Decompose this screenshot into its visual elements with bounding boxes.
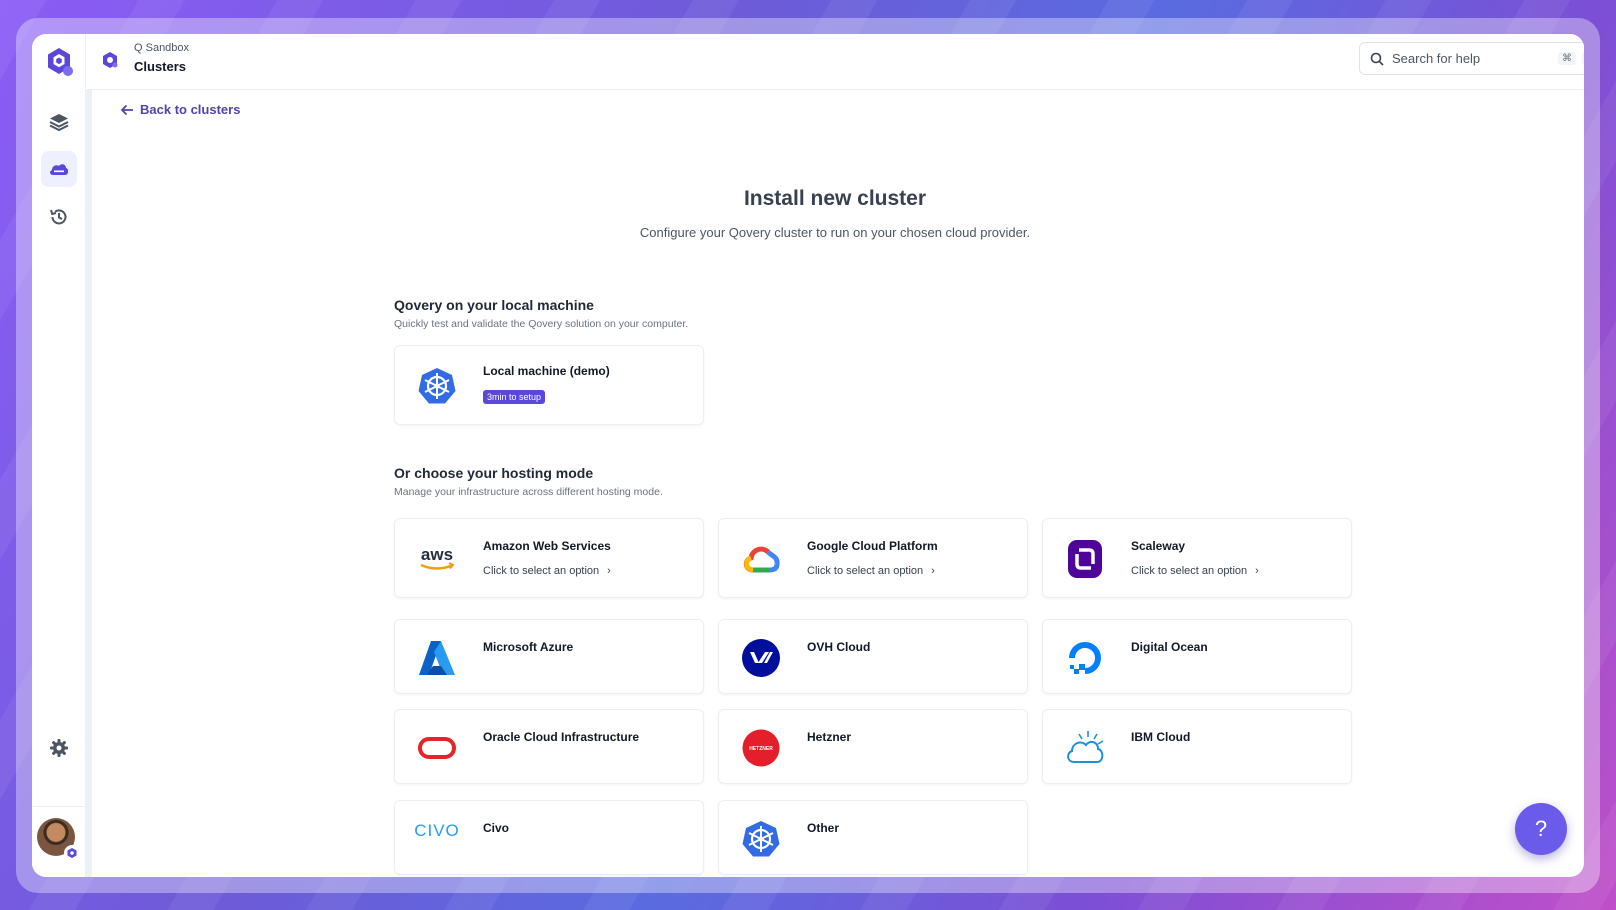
provider-name: Microsoft Azure	[483, 640, 574, 654]
provider-name: Other	[807, 821, 840, 835]
local-machine-card[interactable]: Local machine (demo) 3min to setup	[394, 345, 704, 425]
setup-time-badge: 3min to setup	[483, 390, 546, 404]
local-section-title: Qovery on your local machine	[394, 297, 594, 313]
back-label: Back to clusters	[140, 102, 241, 117]
azure-icon	[415, 636, 459, 680]
option-label: Click to select an option	[483, 565, 600, 577]
provider-card-oracle[interactable]: Oracle Cloud Infrastructure	[394, 709, 704, 784]
provider-card-ibm[interactable]: IBM Cloud	[1042, 709, 1352, 784]
kubernetes-icon	[415, 364, 459, 408]
nav-layers[interactable]	[41, 104, 77, 140]
provider-card-hetzner[interactable]: HETZNER Hetzner	[718, 709, 1028, 784]
provider-card-scaleway[interactable]: Scaleway Click to select an option ›	[1042, 518, 1352, 598]
svg-text:aws: aws	[421, 545, 453, 564]
chevron-right-icon: ›	[931, 565, 935, 577]
option-label: Click to select an option	[1131, 565, 1248, 577]
gcp-icon	[739, 537, 783, 581]
kubernetes-icon	[739, 817, 783, 861]
provider-card-other[interactable]: Other	[718, 800, 1028, 875]
provider-name: Oracle Cloud Infrastructure	[483, 730, 640, 744]
qovery-logo[interactable]	[41, 44, 77, 80]
provider-card-civo[interactable]: CIVO Civo	[394, 800, 704, 875]
shortcut-cmd: ⌘	[1558, 52, 1576, 65]
gear-icon	[50, 739, 68, 757]
hosting-section-subtitle: Manage your infrastructure across differ…	[394, 486, 663, 498]
chevron-right-icon: ›	[607, 565, 611, 577]
ovh-icon	[739, 636, 783, 680]
aws-icon: aws	[415, 537, 459, 581]
chevron-right-icon: ›	[1255, 565, 1259, 577]
hosting-section-title: Or choose your hosting mode	[394, 465, 594, 481]
nav-history[interactable]	[41, 199, 77, 235]
main-content: Back to clusters Install new cluster Con…	[86, 90, 1584, 877]
org-badge-icon	[64, 845, 80, 861]
select-option-link[interactable]: Click to select an option ›	[807, 565, 935, 577]
digitalocean-icon	[1063, 636, 1107, 680]
card-name: Local machine (demo)	[483, 364, 610, 378]
ibm-cloud-icon	[1063, 726, 1107, 770]
select-option-link[interactable]: Click to select an option ›	[1131, 565, 1259, 577]
provider-name: Civo	[483, 821, 510, 835]
page-subtitle: Configure your Qovery cluster to run on …	[639, 225, 1031, 240]
shortcut-key: K	[1582, 52, 1584, 65]
hetzner-icon: HETZNER	[739, 726, 783, 770]
nav-clusters[interactable]	[41, 151, 77, 187]
back-to-clusters-link[interactable]: Back to clusters	[120, 102, 240, 117]
cloud-icon	[50, 164, 69, 175]
oracle-icon	[415, 726, 459, 770]
nav-settings[interactable]	[41, 730, 77, 766]
page-title: Install new cluster	[743, 187, 927, 210]
svg-text:HETZNER: HETZNER	[749, 746, 773, 752]
provider-name: OVH Cloud	[807, 640, 871, 654]
provider-name: Scaleway	[1131, 539, 1186, 553]
provider-card-gcp[interactable]: Google Cloud Platform Click to select an…	[718, 518, 1028, 598]
help-search[interactable]: ⌘ K	[1359, 42, 1584, 75]
provider-card-azure[interactable]: Microsoft Azure	[394, 619, 704, 694]
provider-name: Hetzner	[807, 730, 852, 744]
provider-name: Digital Ocean	[1131, 640, 1208, 654]
provider-card-digitalocean[interactable]: Digital Ocean	[1042, 619, 1352, 694]
local-section-subtitle: Quickly test and validate the Qovery sol…	[394, 318, 689, 330]
search-icon	[1370, 52, 1384, 66]
svg-text:CIVO: CIVO	[415, 821, 459, 840]
organization-name[interactable]: Q Sandbox	[134, 42, 189, 54]
search-input[interactable]	[1392, 51, 1552, 66]
provider-card-ovh[interactable]: OVH Cloud	[718, 619, 1028, 694]
provider-card-aws[interactable]: aws Amazon Web Services Click to select …	[394, 518, 704, 598]
scaleway-icon	[1063, 537, 1107, 581]
sidebar-divider	[32, 806, 86, 807]
help-button[interactable]: ?	[1515, 803, 1567, 855]
history-icon	[50, 209, 67, 225]
provider-name: IBM Cloud	[1131, 730, 1191, 744]
topbar: Q Sandbox Clusters ⌘ K	[86, 34, 1584, 90]
sidebar	[32, 34, 86, 877]
provider-name: Google Cloud Platform	[807, 539, 938, 553]
organization-icon[interactable]	[100, 50, 120, 70]
layers-icon	[49, 114, 69, 132]
select-option-link[interactable]: Click to select an option ›	[483, 565, 611, 577]
app-window: Q Sandbox Clusters ⌘ K Back to clusters …	[32, 34, 1584, 877]
civo-icon: CIVO	[415, 809, 459, 853]
provider-name: Amazon Web Services	[483, 539, 611, 553]
question-mark-icon: ?	[1534, 816, 1548, 841]
arrow-left-icon	[120, 104, 133, 115]
option-label: Click to select an option	[807, 565, 924, 577]
page-breadcrumb: Clusters	[134, 59, 187, 74]
